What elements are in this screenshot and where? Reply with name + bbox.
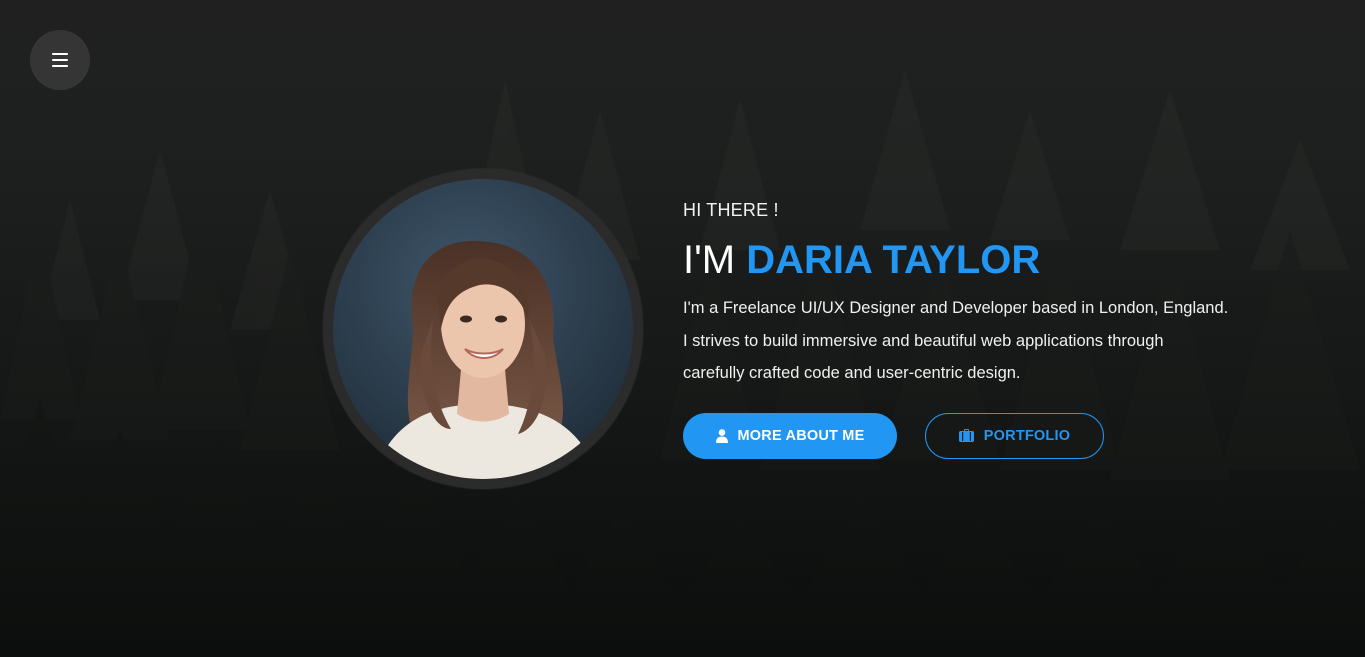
greeting-text: HI THERE ! [683,200,779,220]
hero-page: HI THERE ! I'M DARIA TAYLOR I'm a Freela… [0,0,1365,657]
hamburger-icon [52,53,68,67]
avatar [333,179,633,479]
headline-name: DARIA TAYLOR [746,238,1041,282]
briefcase-icon [958,429,974,442]
headline-prefix: I'M [683,238,747,282]
user-icon [715,428,728,443]
action-buttons: MORE ABOUT ME PORTFOLIO [683,412,1303,459]
portfolio-label: PORTFOLIO [983,427,1071,444]
more-about-me-button[interactable]: MORE ABOUT ME [683,412,897,459]
intro-section: HI THERE ! I'M DARIA TAYLOR I'm a Freela… [683,198,1303,459]
bio-text: I'm a Freelance UI/UX Designer and Devel… [683,292,1243,390]
more-about-me-label: MORE ABOUT ME [737,427,865,444]
bio-line: carefully crafted code and user-centric … [683,364,1021,382]
portfolio-button[interactable]: PORTFOLIO [925,412,1104,459]
menu-button[interactable] [30,30,90,90]
headline: I'M DARIA TAYLOR [683,236,1303,284]
bio-line: I strives to build immersive and beautif… [683,331,1164,350]
avatar-frame [323,169,643,489]
bio-line: I'm a Freelance UI/UX Designer and Devel… [683,299,1229,317]
